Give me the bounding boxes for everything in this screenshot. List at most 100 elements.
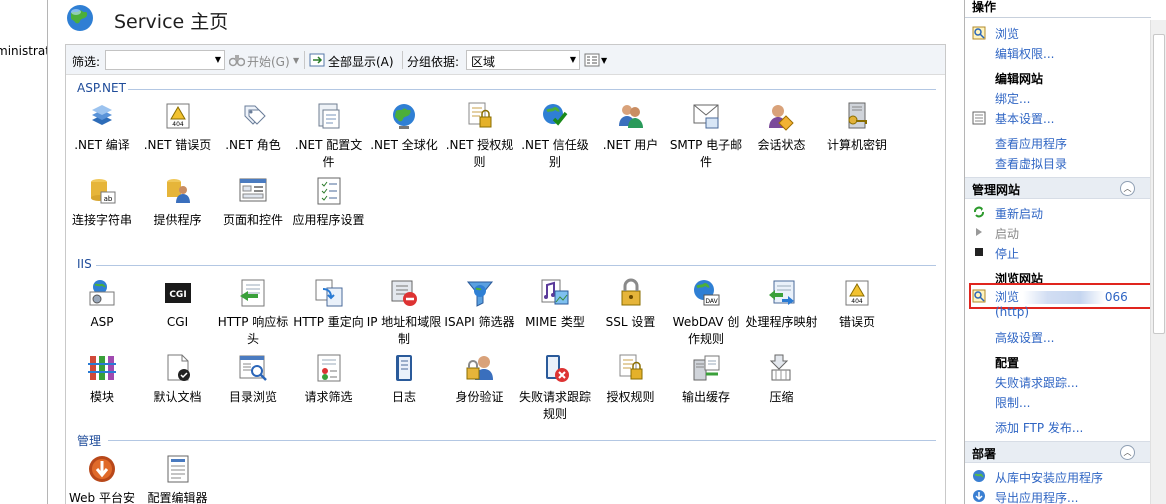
features-panel: 筛选: ▼ 开始(G) ▼ 全部显示(A) 分组依据: 区域 ▼ ▼ ASP.N… <box>65 44 946 504</box>
feature-label: .NET 错误页 <box>143 138 212 152</box>
feature-label: .NET 用户 <box>602 138 659 152</box>
session-icon <box>768 105 794 131</box>
chevron-down-icon[interactable]: ▼ <box>601 56 607 65</box>
show-all-icon[interactable] <box>309 53 325 67</box>
stop-icon <box>975 248 983 256</box>
feature-aspnet-item[interactable]: 应用程序设置 <box>291 175 367 229</box>
ssl-icon <box>621 278 640 306</box>
chevron-down-icon[interactable]: ▼ <box>293 56 299 65</box>
action-edit-permissions[interactable]: 编辑权限... <box>995 45 1054 62</box>
actions-pane: 操作 浏览 编辑权限... 编辑网站 绑定... 基本设置... 查看应用程序 … <box>964 0 1166 504</box>
asp-icon <box>89 280 115 306</box>
action-failed-request-tracing[interactable]: 失败请求跟踪... <box>995 374 1078 391</box>
auth-icon <box>466 356 493 380</box>
feature-aspnet-net[interactable]: .NET 全球化 <box>366 100 442 154</box>
feature-iis-http[interactable]: HTTP 重定向 <box>291 277 367 331</box>
feature-aspnet-item[interactable]: 提供程序 <box>140 175 216 229</box>
feature-iis-item[interactable]: 授权规则 <box>593 352 669 406</box>
action-browse[interactable]: 浏览 <box>995 25 1019 42</box>
feature-iis-item[interactable]: 默认文档 <box>140 352 216 406</box>
browse-icon <box>972 26 986 40</box>
feature-label: MIME 类型 <box>525 315 585 329</box>
feature-iis-item[interactable]: 压缩 <box>744 352 820 406</box>
actions-scrollbar[interactable] <box>1150 20 1166 504</box>
connstr-icon: ab <box>91 179 116 204</box>
action-view-applications[interactable]: 查看应用程序 <box>995 135 1067 152</box>
feature-iis-item[interactable]: 日志 <box>366 352 442 406</box>
feature-label: .NET 授权规则 <box>445 138 514 169</box>
feature-aspnet-net[interactable]: .NET 用户 <box>593 100 669 154</box>
feature-aspnet-smtp[interactable]: SMTP 电子邮件 <box>668 100 744 171</box>
globe-icon <box>67 5 93 31</box>
feature-label: .NET 配置文件 <box>294 138 363 169</box>
feature-iis-mime[interactable]: MIME 类型 <box>517 277 593 331</box>
action-install-from-gallery[interactable]: 从库中安装应用程序 <box>995 469 1103 486</box>
feature-label: 失败请求跟踪规则 <box>518 390 591 421</box>
feature-aspnet-item[interactable]: ab 连接字符串 <box>66 175 140 229</box>
action-stop[interactable]: 停止 <box>995 245 1019 262</box>
browse-protocol[interactable]: (http) <box>995 305 1029 319</box>
feature-iis-asp[interactable]: ASP <box>66 277 140 331</box>
feature-manage-web[interactable]: Web 平台安 <box>66 453 140 504</box>
action-export-application[interactable]: 导出应用程序... <box>995 489 1078 504</box>
tree-node-administrator[interactable]: ministrat <box>0 44 47 58</box>
action-browse-port[interactable]: 浏览 066 <box>995 288 1128 305</box>
binoculars-icon[interactable] <box>229 53 245 67</box>
feature-aspnet-net[interactable]: .NET 授权规则 <box>442 100 518 171</box>
feature-aspnet-item[interactable]: 会话状态 <box>744 100 820 154</box>
action-bindings[interactable]: 绑定... <box>995 90 1030 107</box>
chevron-down-icon[interactable]: ▼ <box>570 55 576 64</box>
action-restart[interactable]: 重新启动 <box>995 205 1043 222</box>
modules-icon <box>88 356 116 380</box>
feature-label: 提供程序 <box>153 213 202 227</box>
feature-aspnet-item[interactable]: 计算机密钥 <box>819 100 895 154</box>
feature-label: 页面和控件 <box>222 213 283 227</box>
action-basic-settings[interactable]: 基本设置... <box>995 110 1054 127</box>
action-start[interactable]: 启动 <box>995 225 1019 242</box>
group-by-select[interactable]: 区域 ▼ <box>466 50 580 70</box>
collapse-icon[interactable]: ︿ <box>1120 181 1135 196</box>
action-limits[interactable]: 限制... <box>995 394 1030 411</box>
install-app-icon <box>973 470 985 482</box>
feature-iis-http[interactable]: HTTP 响应标头 <box>215 277 291 348</box>
feature-aspnet-net[interactable]: .NET 编译 <box>66 100 140 154</box>
start-button[interactable]: 开始(G) <box>247 53 290 70</box>
section-iis: IIS <box>77 257 92 271</box>
view-mode-icon[interactable] <box>584 53 600 67</box>
filter-input[interactable]: ▼ <box>105 50 225 70</box>
feature-iis-item[interactable]: 处理程序映射 <box>744 277 820 331</box>
feature-aspnet-net[interactable]: 404 .NET 错误页 <box>140 100 216 154</box>
feature-iis-item[interactable]: 身份验证 <box>442 352 518 406</box>
feature-aspnet-item[interactable]: 页面和控件 <box>215 175 291 229</box>
feature-aspnet-net[interactable]: .NET 配置文件 <box>291 100 367 171</box>
feature-iis-item[interactable]: 请求筛选 <box>291 352 367 406</box>
scrollbar-thumb[interactable] <box>1153 34 1165 334</box>
feature-iis-ssl[interactable]: SSL 设置 <box>593 277 669 331</box>
feature-iis-item[interactable]: 模块 <box>66 352 140 406</box>
feature-iis-item[interactable]: 404 错误页 <box>819 277 895 331</box>
manage-site-header[interactable]: 管理网站 ︿ <box>965 177 1151 199</box>
feature-iis-item[interactable]: 输出缓存 <box>668 352 744 406</box>
deploy-header[interactable]: 部署 ︿ <box>965 441 1151 463</box>
failreq-icon <box>546 355 569 382</box>
chevron-down-icon[interactable]: ▼ <box>215 55 221 64</box>
feature-iis-webdav[interactable]: DAV WebDAV 创作规则 <box>668 277 744 348</box>
mime-icon <box>541 279 569 305</box>
browse-icon <box>972 289 986 303</box>
feature-label: 输出缓存 <box>681 390 730 404</box>
dirbrowse-icon <box>239 355 267 381</box>
action-add-ftp[interactable]: 添加 FTP 发布... <box>995 419 1083 436</box>
feature-iis-isapi[interactable]: ISAPI 筛选器 <box>442 277 518 331</box>
feature-iis-cgi[interactable]: CGI CGI <box>140 277 216 331</box>
feature-iis-ip[interactable]: IP 地址和域限制 <box>366 277 442 348</box>
feature-iis-item[interactable]: 目录浏览 <box>215 352 291 406</box>
action-advanced-settings[interactable]: 高级设置... <box>995 329 1054 346</box>
action-view-virtual-dirs[interactable]: 查看虚拟目录 <box>995 155 1067 172</box>
feature-aspnet-net[interactable]: .NET 信任级别 <box>517 100 593 171</box>
collapse-icon[interactable]: ︿ <box>1120 445 1135 460</box>
show-all-button[interactable]: 全部显示(A) <box>328 53 394 70</box>
feature-label: .NET 角色 <box>225 138 281 152</box>
feature-manage-item[interactable]: 配置编辑器 <box>140 453 216 504</box>
feature-iis-item[interactable]: 失败请求跟踪规则 <box>517 352 593 423</box>
feature-aspnet-net[interactable]: .NET 角色 <box>215 100 291 154</box>
